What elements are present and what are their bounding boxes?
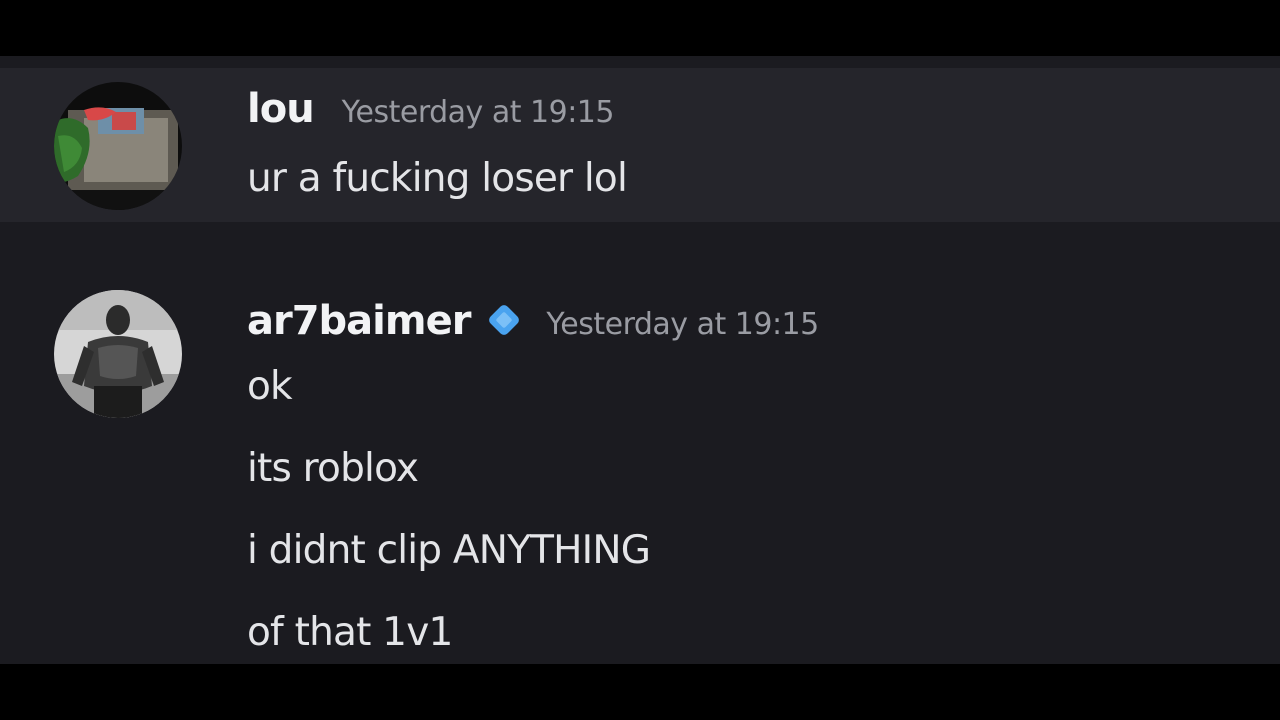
message-group-lou[interactable]: lou Yesterday at 19:15 ur a fucking loser… — [0, 68, 1280, 222]
message-group-ar7baimer[interactable]: ar7baimer Yesterday at 19:15 ok its robl… — [0, 284, 1280, 664]
chat-message-list[interactable]: lou Yesterday at 19:15 ur a fucking loser… — [0, 56, 1280, 664]
avatar[interactable] — [54, 290, 182, 418]
diamond-badge-icon[interactable] — [484, 300, 524, 340]
message-timestamp[interactable]: Yesterday at 19:15 — [546, 307, 819, 342]
message-text: i didnt clip ANYTHING — [247, 528, 651, 573]
avatar[interactable] — [54, 82, 182, 210]
username[interactable]: ar7baimer — [247, 298, 471, 344]
user-avatar-photo-icon — [54, 290, 182, 418]
message-header: ar7baimer Yesterday at 19:15 — [247, 294, 819, 344]
user-avatar-photo-icon — [54, 82, 182, 210]
message-text: ur a fucking loser lol — [247, 156, 628, 201]
letterbox-top-bar — [0, 0, 1280, 56]
message-text: ok — [247, 364, 293, 409]
username[interactable]: lou — [247, 86, 315, 132]
message-timestamp[interactable]: Yesterday at 19:15 — [342, 95, 615, 130]
message-text: its roblox — [247, 446, 419, 491]
letterbox-bottom-bar — [0, 664, 1280, 720]
message-text: of that 1v1 — [247, 610, 453, 655]
message-header: lou Yesterday at 19:15 — [247, 86, 614, 132]
